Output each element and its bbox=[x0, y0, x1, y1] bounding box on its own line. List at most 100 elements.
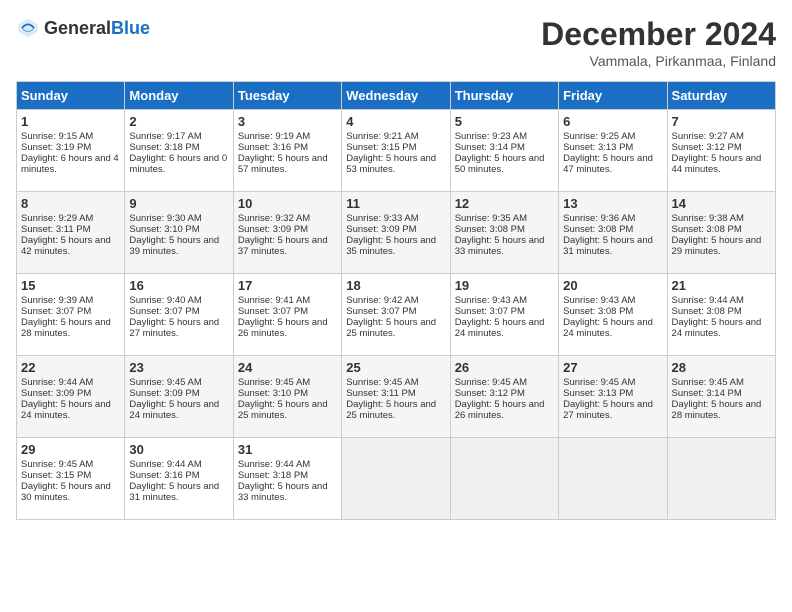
day-number: 29 bbox=[21, 442, 120, 457]
calendar-cell: 26Sunrise: 9:45 AMSunset: 3:12 PMDayligh… bbox=[450, 356, 558, 438]
sunset-text: Sunset: 3:18 PM bbox=[238, 470, 308, 481]
calendar-cell: 16 Sunrise: 9:40 AMSunset: 3:07 PMDayligh… bbox=[125, 274, 233, 356]
sunrise-text: Sunrise: 9:15 AM bbox=[21, 131, 93, 142]
daylight-text: Daylight: 6 hours and 4 minutes. bbox=[21, 153, 119, 175]
calendar-cell: 15Sunrise: 9:39 AMSunset: 3:07 PMDayligh… bbox=[17, 274, 125, 356]
sunset-text: Sunset: 3:10 PM bbox=[238, 388, 308, 399]
daylight-text: Daylight: 5 hours and 24 minutes. bbox=[563, 317, 653, 339]
sunset-text: Sunset: 3:18 PM bbox=[129, 142, 199, 153]
sunset-text: Sunset: 3:09 PM bbox=[238, 224, 308, 235]
daylight-text: Daylight: 5 hours and 57 minutes. bbox=[238, 153, 328, 175]
day-number: 12 bbox=[455, 196, 554, 211]
day-number: 16 bbox=[129, 278, 228, 293]
col-header-friday: Friday bbox=[559, 82, 667, 110]
daylight-text: Daylight: 5 hours and 53 minutes. bbox=[346, 153, 436, 175]
calendar-cell: 20Sunrise: 9:43 AMSunset: 3:08 PMDayligh… bbox=[559, 274, 667, 356]
daylight-text: Daylight: 5 hours and 25 minutes. bbox=[346, 317, 436, 339]
sunset-text: Sunset: 3:19 PM bbox=[21, 142, 91, 153]
daylight-text: Daylight: 5 hours and 24 minutes. bbox=[129, 399, 219, 421]
week-row-4: 22Sunrise: 9:44 AMSunset: 3:09 PMDayligh… bbox=[17, 356, 776, 438]
sunrise-text: Sunrise: 9:45 AM bbox=[129, 377, 201, 388]
calendar-cell: 11Sunrise: 9:33 AMSunset: 3:09 PMDayligh… bbox=[342, 192, 450, 274]
calendar-cell: 6Sunrise: 9:25 AMSunset: 3:13 PMDaylight… bbox=[559, 110, 667, 192]
daylight-text: Daylight: 5 hours and 50 minutes. bbox=[455, 153, 545, 175]
col-header-monday: Monday bbox=[125, 82, 233, 110]
logo: GeneralBlue bbox=[16, 16, 150, 40]
calendar-cell: 18Sunrise: 9:42 AMSunset: 3:07 PMDayligh… bbox=[342, 274, 450, 356]
day-number: 13 bbox=[563, 196, 662, 211]
col-header-thursday: Thursday bbox=[450, 82, 558, 110]
day-number: 7 bbox=[672, 114, 771, 129]
sunset-text: Sunset: 3:11 PM bbox=[346, 388, 416, 399]
calendar-cell: 22Sunrise: 9:44 AMSunset: 3:09 PMDayligh… bbox=[17, 356, 125, 438]
daylight-text: Daylight: 5 hours and 47 minutes. bbox=[563, 153, 653, 175]
sunrise-text: Sunrise: 9:44 AM bbox=[129, 459, 201, 470]
logo-icon bbox=[16, 16, 40, 40]
daylight-text: Daylight: 5 hours and 27 minutes. bbox=[129, 317, 219, 339]
calendar-cell bbox=[559, 438, 667, 520]
calendar-cell: 24Sunrise: 9:45 AMSunset: 3:10 PMDayligh… bbox=[233, 356, 341, 438]
day-number: 4 bbox=[346, 114, 445, 129]
sunset-text: Sunset: 3:15 PM bbox=[346, 142, 416, 153]
day-number: 15 bbox=[21, 278, 120, 293]
daylight-text: Daylight: 5 hours and 35 minutes. bbox=[346, 235, 436, 257]
daylight-text: Daylight: 5 hours and 25 minutes. bbox=[238, 399, 328, 421]
daylight-text: Daylight: 5 hours and 28 minutes. bbox=[21, 317, 111, 339]
calendar-cell: 5Sunrise: 9:23 AMSunset: 3:14 PMDaylight… bbox=[450, 110, 558, 192]
sunset-text: Sunset: 3:13 PM bbox=[563, 142, 633, 153]
day-number: 3 bbox=[238, 114, 337, 129]
sunset-text: Sunset: 3:07 PM bbox=[455, 306, 525, 317]
sunrise-text: Sunrise: 9:25 AM bbox=[563, 131, 635, 142]
day-number: 17 bbox=[238, 278, 337, 293]
daylight-text: Daylight: 5 hours and 42 minutes. bbox=[21, 235, 111, 257]
day-number: 2 bbox=[129, 114, 228, 129]
sunset-text: Sunset: 3:07 PM bbox=[238, 306, 308, 317]
sunset-text: Sunset: 3:08 PM bbox=[563, 224, 633, 235]
sunset-text: Sunset: 3:14 PM bbox=[455, 142, 525, 153]
sunset-text: Sunset: 3:16 PM bbox=[238, 142, 308, 153]
sunrise-text: Sunrise: 9:45 AM bbox=[238, 377, 310, 388]
calendar-cell: 27Sunrise: 9:45 AMSunset: 3:13 PMDayligh… bbox=[559, 356, 667, 438]
sunrise-text: Sunrise: 9:30 AM bbox=[129, 213, 201, 224]
calendar-cell: 8Sunrise: 9:29 AMSunset: 3:11 PMDaylight… bbox=[17, 192, 125, 274]
sunset-text: Sunset: 3:15 PM bbox=[21, 470, 91, 481]
sunrise-text: Sunrise: 9:45 AM bbox=[346, 377, 418, 388]
daylight-text: Daylight: 5 hours and 33 minutes. bbox=[455, 235, 545, 257]
daylight-text: Daylight: 5 hours and 31 minutes. bbox=[563, 235, 653, 257]
sunrise-text: Sunrise: 9:36 AM bbox=[563, 213, 635, 224]
sunset-text: Sunset: 3:12 PM bbox=[672, 142, 742, 153]
sunset-text: Sunset: 3:09 PM bbox=[21, 388, 91, 399]
day-number: 30 bbox=[129, 442, 228, 457]
daylight-text: Daylight: 5 hours and 31 minutes. bbox=[129, 481, 219, 503]
daylight-text: Daylight: 5 hours and 24 minutes. bbox=[455, 317, 545, 339]
calendar-cell: 12 Sunrise: 9:35 AMSunset: 3:08 PMDayligh… bbox=[450, 192, 558, 274]
sunset-text: Sunset: 3:07 PM bbox=[129, 306, 199, 317]
day-number: 10 bbox=[238, 196, 337, 211]
sunrise-text: Sunrise: 9:29 AM bbox=[21, 213, 93, 224]
sunrise-text: Sunrise: 9:17 AM bbox=[129, 131, 201, 142]
day-number: 8 bbox=[21, 196, 120, 211]
location-subtitle: Vammala, Pirkanmaa, Finland bbox=[541, 53, 776, 69]
calendar-cell: 13 Sunrise: 9:36 AMSunset: 3:08 PMDayligh… bbox=[559, 192, 667, 274]
sunset-text: Sunset: 3:08 PM bbox=[455, 224, 525, 235]
sunset-text: Sunset: 3:08 PM bbox=[563, 306, 633, 317]
daylight-text: Daylight: 5 hours and 44 minutes. bbox=[672, 153, 762, 175]
sunrise-text: Sunrise: 9:33 AM bbox=[346, 213, 418, 224]
col-header-saturday: Saturday bbox=[667, 82, 775, 110]
day-number: 26 bbox=[455, 360, 554, 375]
week-row-3: 15Sunrise: 9:39 AMSunset: 3:07 PMDayligh… bbox=[17, 274, 776, 356]
sunrise-text: Sunrise: 9:35 AM bbox=[455, 213, 527, 224]
sunset-text: Sunset: 3:16 PM bbox=[129, 470, 199, 481]
day-number: 31 bbox=[238, 442, 337, 457]
day-number: 19 bbox=[455, 278, 554, 293]
daylight-text: Daylight: 5 hours and 24 minutes. bbox=[21, 399, 111, 421]
col-header-sunday: Sunday bbox=[17, 82, 125, 110]
daylight-text: Daylight: 5 hours and 30 minutes. bbox=[21, 481, 111, 503]
day-number: 14 bbox=[672, 196, 771, 211]
daylight-text: Daylight: 5 hours and 39 minutes. bbox=[129, 235, 219, 257]
header-row: SundayMondayTuesdayWednesdayThursdayFrid… bbox=[17, 82, 776, 110]
sunrise-text: Sunrise: 9:44 AM bbox=[21, 377, 93, 388]
sunrise-text: Sunrise: 9:38 AM bbox=[672, 213, 744, 224]
sunset-text: Sunset: 3:07 PM bbox=[21, 306, 91, 317]
sunrise-text: Sunrise: 9:40 AM bbox=[129, 295, 201, 306]
